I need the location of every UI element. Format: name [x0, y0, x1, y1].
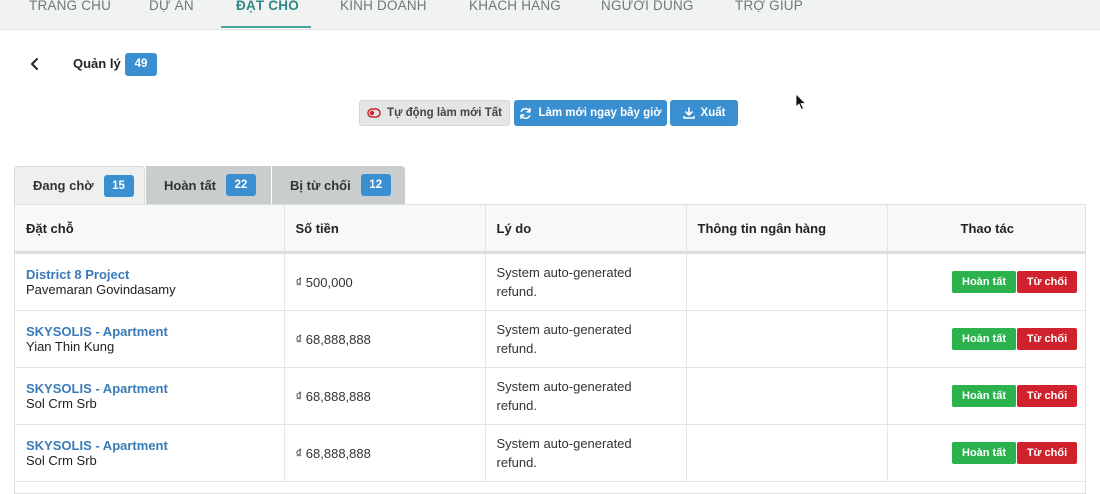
- export-button[interactable]: Xuất: [670, 100, 738, 126]
- reject-button[interactable]: Từ chối: [1017, 271, 1077, 293]
- reason-text: System auto-generated refund.: [496, 322, 632, 356]
- complete-button[interactable]: Hoàn tất: [952, 442, 1016, 464]
- complete-button[interactable]: Hoàn tất: [952, 385, 1016, 407]
- customer-name: Pavemaran Govindasamy: [26, 282, 176, 297]
- chevron-left-icon: [31, 58, 38, 70]
- auto-refresh-toggle-button[interactable]: Tự động làm mới Tất: [359, 100, 510, 126]
- amount-cell: ₫ 68,888,888: [284, 310, 486, 368]
- active-tab-indicator: [221, 26, 311, 28]
- nav-item-customers[interactable]: KHÁCH HÀNG: [469, 0, 561, 13]
- bookings-table: Đặt chỗ Số tiền Lý do Thông tin ngân hàn…: [14, 204, 1086, 494]
- refresh-now-button[interactable]: Làm mới ngay bây giờ: [514, 100, 667, 126]
- table-row: District 8 Project Pavemaran Govindasamy …: [15, 252, 1085, 311]
- reject-button[interactable]: Từ chối: [1017, 328, 1077, 350]
- tab-completed-count: 22: [226, 174, 256, 196]
- project-link[interactable]: SKYSOLIS - Apartment: [26, 381, 273, 396]
- reason-text: System auto-generated refund.: [496, 379, 632, 413]
- amount-cell: ₫ 68,888,888: [284, 424, 486, 482]
- complete-button[interactable]: Hoàn tất: [952, 328, 1016, 350]
- refresh-icon: [520, 107, 532, 119]
- export-label: Xuất: [700, 107, 726, 119]
- bank-info-cell: [686, 252, 888, 311]
- tab-rejected-count: 12: [360, 174, 391, 196]
- project-link[interactable]: SKYSOLIS - Apartment: [26, 324, 273, 339]
- nav-item-projects[interactable]: DỰ ÁN: [149, 0, 194, 13]
- column-header-amount: Số tiền: [284, 204, 486, 254]
- project-link[interactable]: SKYSOLIS - Apartment: [26, 438, 273, 453]
- nav-item-help[interactable]: TRỢ GIÚP: [735, 0, 803, 13]
- column-header-bank-info: Thông tin ngân hàng: [686, 204, 888, 254]
- customer-name: Sol Crm Srb: [26, 453, 97, 468]
- tab-pending[interactable]: Đang chờ 15: [14, 166, 145, 204]
- amount-cell: ₫ 500,000: [284, 252, 486, 311]
- customer-name: Yian Thin Kung: [26, 339, 115, 354]
- table-row: SKYSOLIS - Apartment Sol Crm Srb ₫ 68,888…: [15, 424, 1085, 482]
- reject-button[interactable]: Từ chối: [1017, 442, 1077, 464]
- table-row: SKYSOLIS - Apartment Yian Thin Kung ₫ 68,…: [15, 310, 1085, 368]
- column-header-reason: Lý do: [485, 204, 687, 254]
- top-navigation: TRANG CHỦ DỰ ÁN ĐẶT CHỖ KINH DOANH KHÁCH…: [0, 0, 1100, 30]
- customer-name: Sol Crm Srb: [26, 396, 97, 411]
- complete-button[interactable]: Hoàn tất: [952, 271, 1016, 293]
- table-row: SKYSOLIS - Apartment Sol Crm Srb ₫ 68,888…: [15, 367, 1085, 425]
- tab-rejected-label: Bị từ chối: [290, 177, 351, 193]
- amount-cell: ₫ 68,888,888: [284, 367, 486, 425]
- nav-item-home[interactable]: TRANG CHỦ: [29, 0, 111, 13]
- reason-text: System auto-generated refund.: [496, 265, 632, 299]
- mouse-cursor-icon: [795, 93, 807, 111]
- bank-info-cell: [686, 367, 888, 425]
- toggle-icon: [367, 108, 381, 118]
- refresh-now-label: Làm mới ngay bây giờ: [538, 107, 662, 119]
- nav-item-sales[interactable]: KINH DOANH: [340, 0, 427, 13]
- project-link[interactable]: District 8 Project: [26, 267, 273, 282]
- download-icon: [682, 107, 695, 119]
- reject-button[interactable]: Từ chối: [1017, 385, 1077, 407]
- auto-refresh-label: Tự động làm mới Tất: [387, 107, 502, 119]
- column-header-actions: Thao tác: [887, 204, 1085, 254]
- tab-completed-label: Hoàn tất: [164, 177, 216, 193]
- tab-rejected[interactable]: Bị từ chối 12: [272, 166, 405, 204]
- total-count-badge: 49: [125, 53, 157, 76]
- tab-pending-count: 15: [103, 174, 134, 197]
- nav-item-bookings[interactable]: ĐẶT CHỖ: [236, 0, 299, 13]
- bank-info-cell: [686, 424, 888, 482]
- column-header-booking: Đặt chỗ: [15, 204, 285, 254]
- tab-pending-label: Đang chờ: [33, 178, 94, 193]
- back-button[interactable]: [26, 55, 44, 73]
- nav-item-users[interactable]: NGƯỜI DÙNG: [601, 0, 694, 13]
- bank-info-cell: [686, 310, 888, 368]
- table-header-row: Đặt chỗ Số tiền Lý do Thông tin ngân hàn…: [15, 204, 1085, 254]
- page-title: Quản lý: [73, 56, 121, 71]
- tab-completed[interactable]: Hoàn tất 22: [146, 166, 271, 204]
- reason-text: System auto-generated refund.: [496, 436, 632, 470]
